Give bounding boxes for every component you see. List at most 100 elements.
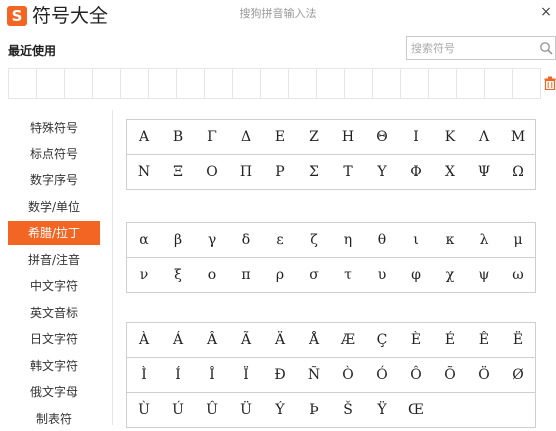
recent-symbol-slot[interactable] <box>36 68 65 99</box>
symbol-cell[interactable]: τ <box>331 258 366 293</box>
symbol-cell[interactable]: Ê <box>467 323 502 358</box>
recent-symbol-slot[interactable] <box>148 68 177 99</box>
symbol-cell[interactable]: À <box>127 323 162 358</box>
recent-symbol-slot[interactable] <box>64 68 93 99</box>
symbol-cell[interactable]: Ρ <box>263 155 298 190</box>
sidebar-item[interactable]: 中文字符 <box>8 274 100 298</box>
sidebar-item[interactable]: 数学/单位 <box>8 195 100 219</box>
symbol-cell[interactable]: Ô <box>399 358 434 393</box>
symbol-cell[interactable]: Õ <box>433 358 468 393</box>
recent-symbol-slot[interactable] <box>120 68 149 99</box>
recent-symbol-slot[interactable] <box>92 68 121 99</box>
symbol-cell[interactable]: Φ <box>399 155 434 190</box>
sidebar-item[interactable]: 数字序号 <box>8 168 100 192</box>
close-button[interactable]: × <box>537 2 555 22</box>
symbol-cell[interactable]: ε <box>263 223 298 258</box>
recent-symbol-slot[interactable] <box>316 68 345 99</box>
symbol-cell[interactable]: Ü <box>229 393 264 428</box>
symbol-cell[interactable]: Ö <box>467 358 502 393</box>
symbol-cell[interactable]: Γ <box>195 120 230 155</box>
sidebar-item[interactable]: 俄文字母 <box>8 380 100 404</box>
symbol-cell[interactable]: Ì <box>127 358 162 393</box>
symbol-cell[interactable]: Ù <box>127 393 162 428</box>
recent-symbol-slot[interactable] <box>428 68 457 99</box>
symbol-cell[interactable]: Ψ <box>467 155 502 190</box>
symbol-cell[interactable]: η <box>331 223 366 258</box>
recent-symbol-slot[interactable] <box>456 68 485 99</box>
symbol-cell[interactable]: Ε <box>263 120 298 155</box>
symbol-cell[interactable]: ψ <box>467 258 502 293</box>
search-box[interactable] <box>406 36 556 60</box>
symbol-cell[interactable]: Ν <box>127 155 162 190</box>
symbol-cell[interactable]: θ <box>365 223 400 258</box>
symbol-cell[interactable]: ρ <box>263 258 298 293</box>
symbol-cell[interactable]: π <box>229 258 264 293</box>
symbol-cell[interactable]: Ï <box>229 358 264 393</box>
symbol-cell[interactable]: Ξ <box>161 155 196 190</box>
symbol-cell[interactable]: ω <box>501 258 536 293</box>
symbol-cell[interactable]: Î <box>195 358 230 393</box>
sidebar-item[interactable]: 日文字符 <box>8 327 100 351</box>
search-icon[interactable] <box>539 41 553 55</box>
sidebar-item[interactable]: 制表符 <box>8 407 100 431</box>
symbol-cell[interactable]: Ÿ <box>365 393 400 428</box>
recent-symbol-slot[interactable] <box>288 68 317 99</box>
recent-symbol-slot[interactable] <box>400 68 429 99</box>
symbol-cell[interactable]: υ <box>365 258 400 293</box>
symbol-cell[interactable]: Ø <box>501 358 536 393</box>
sidebar-item[interactable]: 特殊符号 <box>8 116 100 140</box>
symbol-cell[interactable]: Â <box>195 323 230 358</box>
symbol-cell[interactable]: Ó <box>365 358 400 393</box>
symbol-cell[interactable]: Χ <box>433 155 468 190</box>
symbol-cell[interactable]: μ <box>501 223 536 258</box>
symbol-cell[interactable]: Ñ <box>297 358 332 393</box>
sidebar-item[interactable]: 希腊/拉丁 <box>8 221 100 245</box>
recent-symbol-slot[interactable] <box>232 68 261 99</box>
symbol-cell[interactable]: Θ <box>365 120 400 155</box>
symbol-cell[interactable]: Œ <box>399 393 434 428</box>
symbol-cell[interactable]: κ <box>433 223 468 258</box>
symbol-cell[interactable]: β <box>161 223 196 258</box>
symbol-cell[interactable]: Û <box>195 393 230 428</box>
symbol-cell[interactable]: Ζ <box>297 120 332 155</box>
symbol-cell[interactable]: ι <box>399 223 434 258</box>
symbol-cell[interactable]: Π <box>229 155 264 190</box>
symbol-cell[interactable]: Š <box>331 393 366 428</box>
symbol-cell[interactable]: α <box>127 223 162 258</box>
symbol-cell[interactable]: É <box>433 323 468 358</box>
symbol-cell[interactable]: Ο <box>195 155 230 190</box>
symbol-cell[interactable]: Ë <box>501 323 536 358</box>
symbol-cell[interactable]: Ω <box>501 155 536 190</box>
symbol-cell[interactable]: δ <box>229 223 264 258</box>
sidebar-item[interactable]: 英文音标 <box>8 301 100 325</box>
symbol-cell[interactable]: Τ <box>331 155 366 190</box>
symbol-cell[interactable]: Μ <box>501 120 536 155</box>
symbol-cell[interactable]: Σ <box>297 155 332 190</box>
recent-symbol-slot[interactable] <box>204 68 233 99</box>
recent-symbol-slot[interactable] <box>372 68 401 99</box>
symbol-cell[interactable]: Ý <box>263 393 298 428</box>
symbol-cell[interactable]: Þ <box>297 393 332 428</box>
trash-icon[interactable] <box>544 76 556 90</box>
symbol-cell[interactable]: Κ <box>433 120 468 155</box>
symbol-cell[interactable]: Ð <box>263 358 298 393</box>
symbol-cell[interactable]: Υ <box>365 155 400 190</box>
symbol-cell[interactable]: È <box>399 323 434 358</box>
symbol-cell[interactable]: σ <box>297 258 332 293</box>
symbol-cell[interactable]: χ <box>433 258 468 293</box>
symbol-cell[interactable]: Ι <box>399 120 434 155</box>
sidebar-item[interactable]: 拼音/注音 <box>8 248 100 272</box>
search-input[interactable] <box>411 39 531 57</box>
recent-symbol-slot[interactable] <box>344 68 373 99</box>
symbol-cell[interactable]: λ <box>467 223 502 258</box>
sidebar-item[interactable]: 标点符号 <box>8 142 100 166</box>
recent-symbol-slot[interactable] <box>8 68 37 99</box>
symbol-cell[interactable]: Å <box>297 323 332 358</box>
symbol-cell[interactable]: Ä <box>263 323 298 358</box>
symbol-cell[interactable]: ξ <box>161 258 196 293</box>
symbol-cell[interactable]: Ã <box>229 323 264 358</box>
symbol-cell[interactable]: Α <box>127 120 162 155</box>
symbol-cell[interactable]: Ç <box>365 323 400 358</box>
symbol-cell[interactable]: Λ <box>467 120 502 155</box>
symbol-cell[interactable]: Η <box>331 120 366 155</box>
